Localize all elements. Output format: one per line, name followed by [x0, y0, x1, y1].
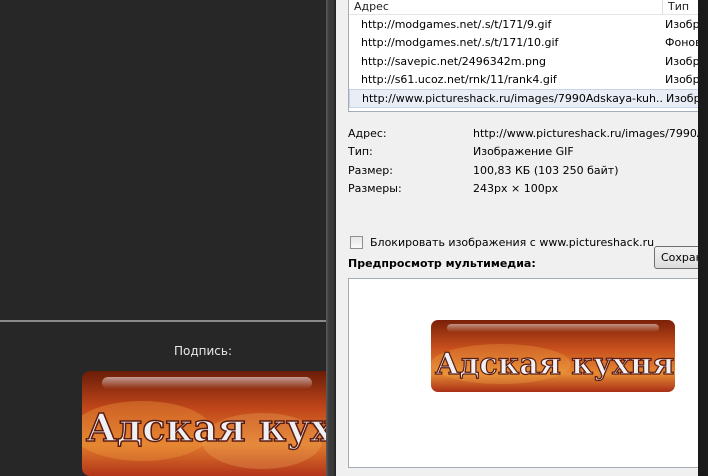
media-row-type: Изобр [665, 73, 700, 87]
media-list-header: Адрес Тип [349, 0, 707, 15]
signature-caption: Подпись: [174, 344, 233, 358]
divider [0, 320, 326, 322]
media-row[interactable]: http://modgames.net/.s/t/171/10.gif Фоно… [349, 34, 707, 53]
media-row-address: http://modgames.net/.s/t/171/10.gif [361, 36, 559, 50]
preview-banner-text: Адская кухня [435, 347, 674, 382]
media-row-type: Изобр [665, 17, 700, 31]
forum-page: Подпись: Адская кухня [0, 0, 326, 476]
media-row[interactable]: http://savepic.net/2496342m.png Изобр [349, 52, 707, 71]
window-edge [698, 0, 708, 476]
signature-banner-image: Адская кухня [82, 371, 326, 476]
column-type[interactable]: Тип [663, 0, 689, 14]
property-value: Изображение GIF [473, 145, 574, 159]
media-row-address: http://s61.ucoz.net/rnk/11/rank4.gif [361, 73, 557, 87]
media-row-selected[interactable]: http://www.pictureshack.ru/images/7990Ad… [349, 89, 707, 108]
media-row[interactable]: http://s61.ucoz.net/rnk/11/rank4.gif Изо… [349, 71, 707, 90]
media-row-type: Фонов [665, 36, 702, 50]
property-value: 100,83 КБ (103 250 байт) [473, 163, 619, 177]
property-type: Тип: Изображение GIF [348, 143, 708, 162]
block-images-checkbox[interactable] [350, 236, 363, 249]
property-label: Размеры: [348, 182, 402, 196]
media-list[interactable]: Адрес Тип http://modgames.net/.s/t/171/9… [348, 0, 708, 112]
block-images-option[interactable]: Блокировать изображения с www.picturesha… [350, 236, 654, 249]
property-label: Тип: [348, 145, 373, 159]
media-properties: Адрес: http://www.pictureshack.ru/images… [348, 124, 708, 198]
property-label: Размер: [348, 163, 393, 177]
preview-label: Предпросмотр мультимедиа: [348, 257, 536, 270]
column-address[interactable]: Адрес [349, 0, 663, 14]
banner-text: Адская кухня [86, 405, 326, 450]
property-size: Размер: 100,83 КБ (103 250 байт) [348, 161, 708, 180]
preview-image: Адская кухня [431, 320, 675, 392]
media-row-address: http://modgames.net/.s/t/171/9.gif [361, 17, 552, 31]
media-preview: Адская кухня [348, 278, 708, 468]
property-label: Адрес: [348, 126, 387, 140]
property-value: http://www.pictureshack.ru/images/7990A [473, 126, 705, 140]
media-row-address: http://www.pictureshack.ru/images/7990Ad… [362, 91, 664, 105]
page-info-dialog: Адрес Тип http://modgames.net/.s/t/171/9… [336, 0, 708, 476]
property-dimensions: Размеры: 243px × 100px [348, 180, 708, 199]
media-row-type: Изобр [666, 91, 701, 105]
window-separator [326, 0, 336, 476]
media-row-address: http://savepic.net/2496342m.png [361, 54, 546, 68]
property-address: Адрес: http://www.pictureshack.ru/images… [348, 124, 708, 143]
media-row-type: Изобр [665, 54, 700, 68]
property-value: 243px × 100px [473, 182, 559, 196]
block-images-label[interactable]: Блокировать изображения с www.picturesha… [370, 236, 654, 249]
media-row[interactable]: http://modgames.net/.s/t/171/9.gif Изобр [349, 15, 707, 34]
